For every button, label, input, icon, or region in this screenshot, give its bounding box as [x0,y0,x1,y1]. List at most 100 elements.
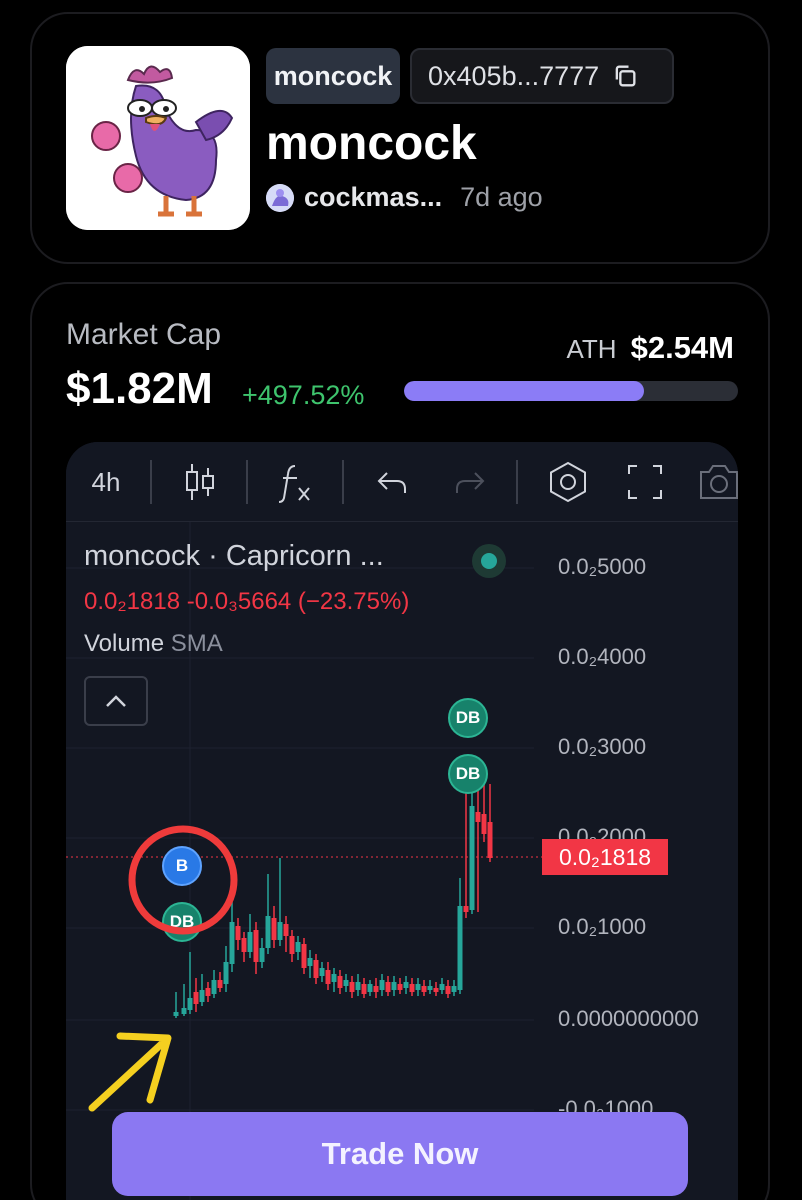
indicators-icon[interactable] [272,460,318,504]
settings-hexagon-icon[interactable] [544,460,592,504]
candle-body [361,984,367,994]
trade-marker-db[interactable]: DB [448,698,488,738]
volume-indicator-label: SMA [170,630,223,657]
chart-area[interactable]: moncock · Capricorn ... 0.0₂1818 -0.0₃56… [66,522,738,1200]
candle-body [247,932,253,952]
candles-icon[interactable] [178,460,222,504]
token-image[interactable] [66,46,250,230]
volume-legend[interactable]: Volume SMA [84,630,223,658]
candle-body [253,930,259,962]
price-chart-widget[interactable]: 4h moncock · Capricorn ... 0.0₂1818 -0.0… [66,442,738,1200]
creator-name[interactable]: cockmas... [304,182,442,213]
candle-body [391,982,397,990]
trade-marker-db[interactable]: DB [448,754,488,794]
volume-label: Volume [84,630,165,657]
candle-body [187,998,193,1010]
candle-body [349,982,355,992]
candle-body [379,980,385,990]
market-cap-change: +497.52% [242,380,365,410]
trade-marker-db[interactable]: DB [162,902,202,942]
ath-progress-fill [404,381,645,401]
candle-body [181,1008,187,1014]
redo-icon[interactable] [446,460,492,504]
legend-collapse-button[interactable] [84,676,148,726]
undo-icon[interactable] [370,460,416,504]
candle-body [421,986,427,992]
candle-body [469,806,475,910]
candle-body [385,982,391,992]
ath-row: ATH $2.54M [567,330,734,366]
candle-body [277,922,283,940]
creator-row[interactable]: cockmas... 7d ago [266,182,543,213]
candle-body [223,962,229,984]
contract-address-text: 0x405b...7777 [428,60,600,91]
market-cap-value: $1.82M [66,364,213,413]
ticker-label: moncock [273,60,393,91]
candle-body [403,982,409,988]
candle-body [199,990,205,1002]
candle-body [463,906,469,912]
candle-body [427,986,433,990]
chart-symbol-title[interactable]: moncock · Capricorn ... [84,540,384,573]
candle-body [337,976,343,988]
candle-body [355,982,361,990]
creator-avatar-image [266,183,294,212]
candle-body [319,968,325,976]
fullscreen-icon[interactable] [622,460,668,504]
rooster-mascot-image [66,46,250,230]
candle-body [367,984,373,992]
price-axis-label: 0.0₂3000 [558,734,647,759]
candle-body [271,918,277,940]
candle-body [307,958,313,966]
ath-label: ATH [566,334,617,364]
market-status-indicator [472,544,506,578]
candle-body [433,988,439,992]
price-axis-label: 0.0000000000 [558,1006,699,1031]
ticker-badge[interactable]: moncock [266,48,400,104]
toolbar-divider [342,460,344,504]
candle-body [439,984,445,990]
copy-icon[interactable] [611,62,639,90]
creator-avatar[interactable] [266,183,294,212]
candle-body [397,984,403,990]
candle-body [241,938,247,952]
contract-address-button[interactable]: 0x405b...7777 [410,48,674,104]
candle-body [211,980,217,994]
trade-now-button[interactable]: Trade Now [112,1112,688,1196]
creation-time: 7d ago [460,182,543,212]
candle-body [343,980,349,986]
candle-body [229,922,235,964]
candle-body [373,986,379,992]
candle-body [445,986,451,994]
candle-body [475,812,481,822]
chevron-up-icon [106,695,126,707]
candle-body [205,988,211,996]
candle-body [265,916,271,948]
trade-marker-buy[interactable]: B [162,846,202,886]
candle-body [487,822,493,858]
candle-body [481,814,487,834]
candle-body [193,992,199,1004]
candle-body [289,936,295,954]
candle-body [457,906,463,990]
candle-body [313,960,319,978]
candle-body [331,974,337,982]
candle-body [259,948,265,962]
chart-toolbar: 4h [66,442,738,522]
candle-body [415,984,421,990]
price-axis-label: 0.0₂1000 [558,914,647,939]
toolbar-divider [246,460,248,504]
candle-body [301,944,307,968]
toolbar-divider [150,460,152,504]
candle-body [409,984,415,992]
candle-body [283,924,289,936]
token-name: moncock [266,117,477,170]
price-axis-label: 0.0₂4000 [558,644,647,669]
interval-button[interactable]: 4h [86,460,126,504]
ath-progress-bar [404,381,738,401]
ath-value: $2.54M [630,330,734,365]
current-price-tag: 0.0₂1818 [542,839,668,875]
candle-body [235,926,241,940]
camera-icon[interactable] [696,460,738,504]
candle-body [217,980,223,988]
